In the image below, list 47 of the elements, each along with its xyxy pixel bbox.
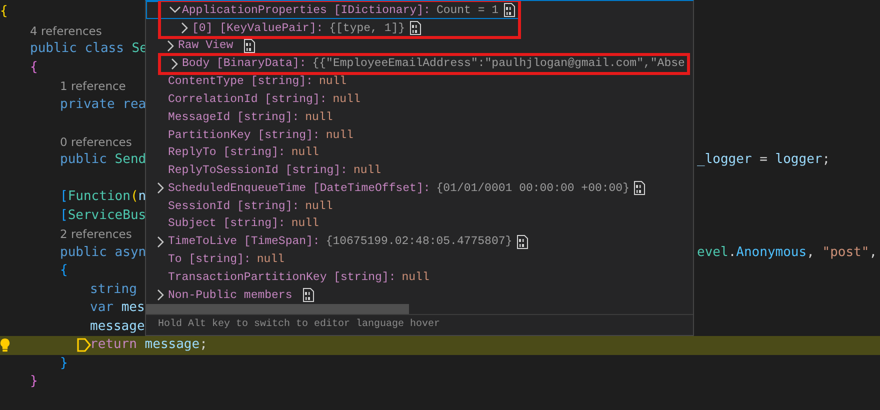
variable-item[interactable]: MessageId [string]: null [146,108,693,126]
variable-item[interactable]: To [string]: null [146,250,693,268]
variable-item[interactable]: CorrelationId [string]: null [146,90,693,108]
code-line: [ServiceBus [60,208,146,224]
binary-data-icon [409,20,422,36]
code-line: string [90,282,137,298]
code-line: public Send [60,152,146,168]
code-line: [Function(n [60,189,146,206]
variable-item[interactable]: ReplyToSessionId [string]: null [146,162,693,180]
binary-data-icon [302,287,316,304]
variable-item[interactable]: ScheduledEnqueueTime [DateTimeOffset]: {01/01/0001 00:00:00 +00:00} [146,179,693,198]
variable-item[interactable]: ReplyTo [string]: null [146,144,693,162]
variable-item[interactable]: TransactionPartitionKey [string]: null [146,268,693,286]
code-line: private rea [60,96,146,113]
reference-count-link[interactable]: 0 references [60,134,132,150]
code-line: evel.Anonymous, "post", [697,244,878,261]
binary-data-icon [502,2,516,18]
variable-item[interactable]: [0] [KeyValuePair]: {[type, 1]} [160,19,519,37]
code-line: var mes [90,300,145,316]
reference-count-link[interactable]: 2 references [60,226,132,242]
code-line: } [60,356,68,372]
horizontal-scrollbar[interactable] [146,304,693,315]
code-line: public asyn [60,244,146,261]
binary-data-icon [516,234,530,250]
code-line: _logger = logger; [697,152,830,168]
variable-item[interactable]: Raw View [146,37,693,55]
debug-pointer-icon [76,337,92,354]
code-line: { [30,60,38,76]
reference-count-link[interactable]: 1 reference [60,78,126,94]
binary-data-icon [243,38,256,54]
hover-hint-text: Hold Alt key to switch to editor language hover [157,318,442,332]
code-line: } [30,374,38,390]
code-line: { [60,263,68,280]
variable-item[interactable]: Body [BinaryData]: {{"EmployeeEmailAddress":"paulhjlogan@gmail.com","Abse [146,54,688,73]
variable-item[interactable]: ContentType [string]: null [146,72,693,91]
code-line: return message; [90,337,208,354]
variable-item[interactable]: Non-Public members [146,286,693,304]
variable-item[interactable]: SessionId [string]: null [146,197,693,216]
lightbulb-icon [0,337,12,352]
reference-count-link[interactable]: 4 references [30,22,102,39]
binary-data-icon [633,180,646,196]
code-line: { [0,4,8,20]
code-line: message [90,318,145,335]
variable-item[interactable]: PartitionKey [string]: null [146,126,693,144]
variable-item[interactable]: TimeToLive [TimeSpan]: {10675199.02:48:05.4775807} [146,232,693,251]
variable-item[interactable]: ApplicationProperties [IDictionary]: Count = 1 [146,1,519,19]
variable-item[interactable]: Subject [string]: null [146,215,693,233]
